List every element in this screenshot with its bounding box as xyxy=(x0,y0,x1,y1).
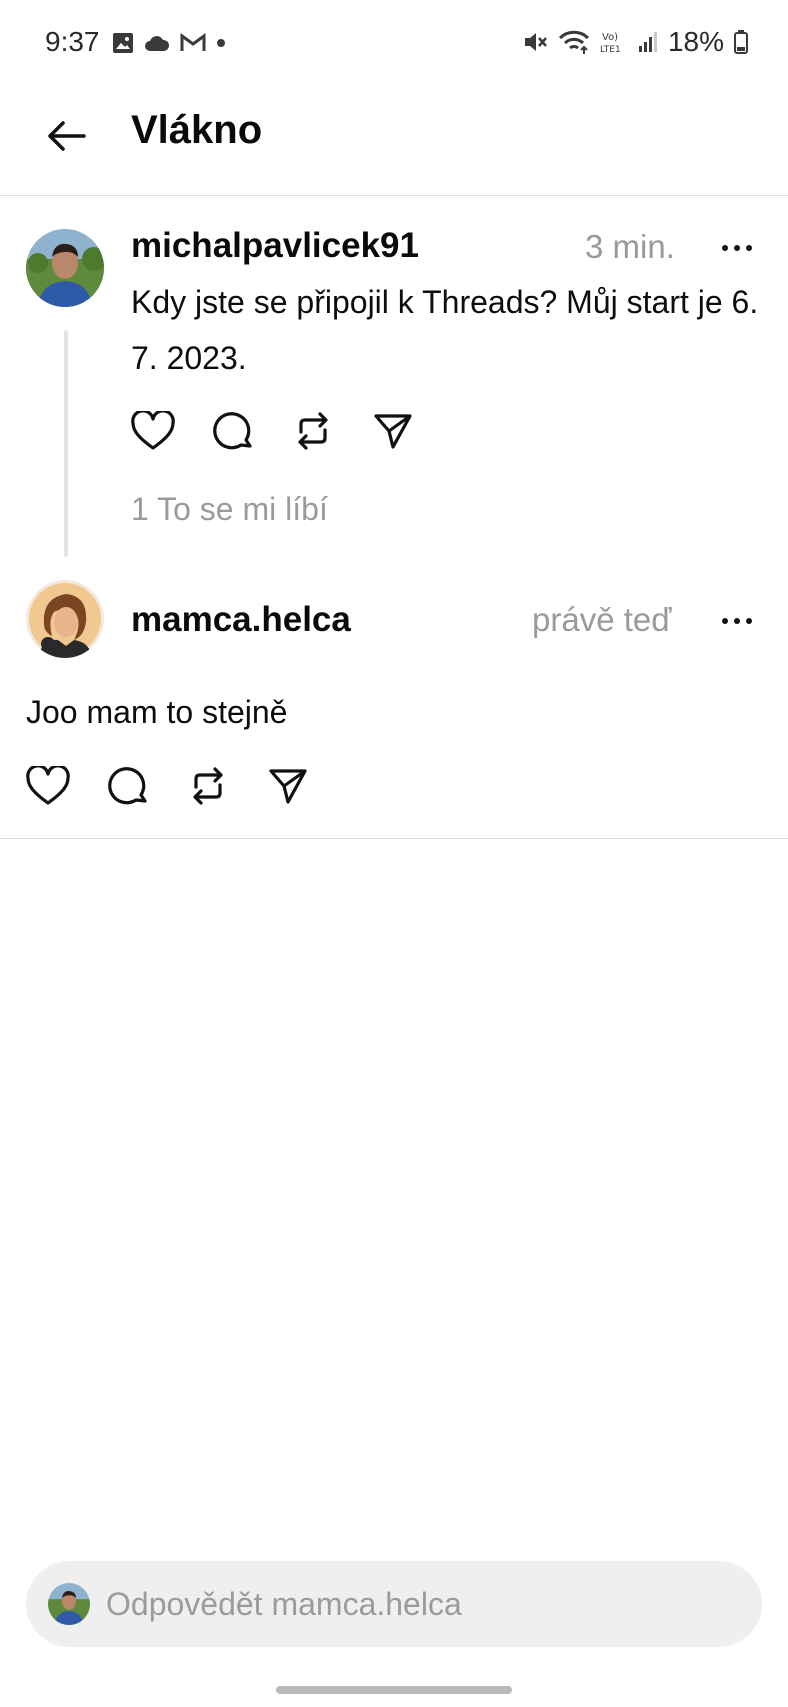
gmail-icon xyxy=(180,33,206,51)
header-divider xyxy=(0,195,788,196)
send-icon xyxy=(269,769,307,804)
repost-icon xyxy=(193,767,223,805)
battery-percentage: 18% xyxy=(667,26,724,57)
page-title: Vlákno xyxy=(131,108,263,152)
like-button[interactable] xyxy=(131,409,175,453)
status-time: 9:37 xyxy=(45,26,100,57)
battery-icon xyxy=(734,30,748,54)
svg-text:LTE1: LTE1 xyxy=(600,45,621,55)
reply-more-button[interactable] xyxy=(707,601,767,641)
reply-text: Joo mam to stejně xyxy=(26,694,288,730)
signal-icon xyxy=(638,32,657,52)
arrow-left-icon xyxy=(48,121,86,151)
repost-button[interactable] xyxy=(291,409,335,453)
repost-button[interactable] xyxy=(186,764,230,808)
send-icon xyxy=(374,414,412,449)
post-username[interactable]: michalpavlicek91 xyxy=(131,226,419,266)
home-indicator[interactable] xyxy=(276,1686,512,1694)
post-time: 3 min. xyxy=(585,228,675,265)
heart-icon xyxy=(26,766,70,805)
avatar-photo-icon xyxy=(48,1583,90,1625)
cloud-icon xyxy=(145,36,170,51)
dot-icon xyxy=(217,39,225,47)
heart-icon xyxy=(131,411,175,450)
dot xyxy=(722,245,728,251)
dot xyxy=(734,618,740,624)
reply-time: právě teď xyxy=(532,601,672,638)
share-button[interactable] xyxy=(371,409,415,453)
dot xyxy=(746,618,752,624)
reply-username[interactable]: mamca.helca xyxy=(131,600,351,640)
svg-text:Vo): Vo) xyxy=(602,32,618,43)
composer-avatar xyxy=(48,1583,90,1625)
post-actions xyxy=(131,409,415,453)
status-icons-right: Vo) LTE1 18% xyxy=(522,26,748,58)
status-icons-left xyxy=(112,32,226,54)
reply-input[interactable]: Odpovědět mamca.helca xyxy=(26,1561,762,1647)
share-button[interactable] xyxy=(266,764,310,808)
reply-divider xyxy=(0,838,788,839)
mute-icon xyxy=(524,33,547,51)
repost-icon xyxy=(298,412,328,450)
back-button[interactable] xyxy=(40,110,92,162)
likes-count[interactable]: 1 To se mi líbí xyxy=(131,491,328,528)
comment-icon xyxy=(108,767,147,805)
reply-actions xyxy=(26,764,310,808)
comment-icon xyxy=(213,412,252,450)
avatar-mamca-helca[interactable] xyxy=(26,580,104,658)
volte-icon: Vo) LTE1 xyxy=(600,32,621,55)
dot xyxy=(722,618,728,624)
avatar-photo-icon xyxy=(26,580,104,658)
like-button[interactable] xyxy=(26,764,70,808)
post-text: Kdy jste se připojil k Threads? Můj star… xyxy=(131,284,759,376)
reply-placeholder: Odpovědět mamca.helca xyxy=(106,1585,462,1622)
dot xyxy=(746,245,752,251)
comment-button[interactable] xyxy=(106,764,150,808)
wifi-icon xyxy=(558,30,590,54)
dot xyxy=(734,245,740,251)
avatar-michalpavlicek91[interactable] xyxy=(26,229,104,307)
image-icon xyxy=(113,33,133,53)
thread-line xyxy=(64,330,68,557)
comment-button[interactable] xyxy=(211,409,255,453)
avatar-photo-icon xyxy=(26,229,104,307)
post-more-button[interactable] xyxy=(707,228,767,268)
